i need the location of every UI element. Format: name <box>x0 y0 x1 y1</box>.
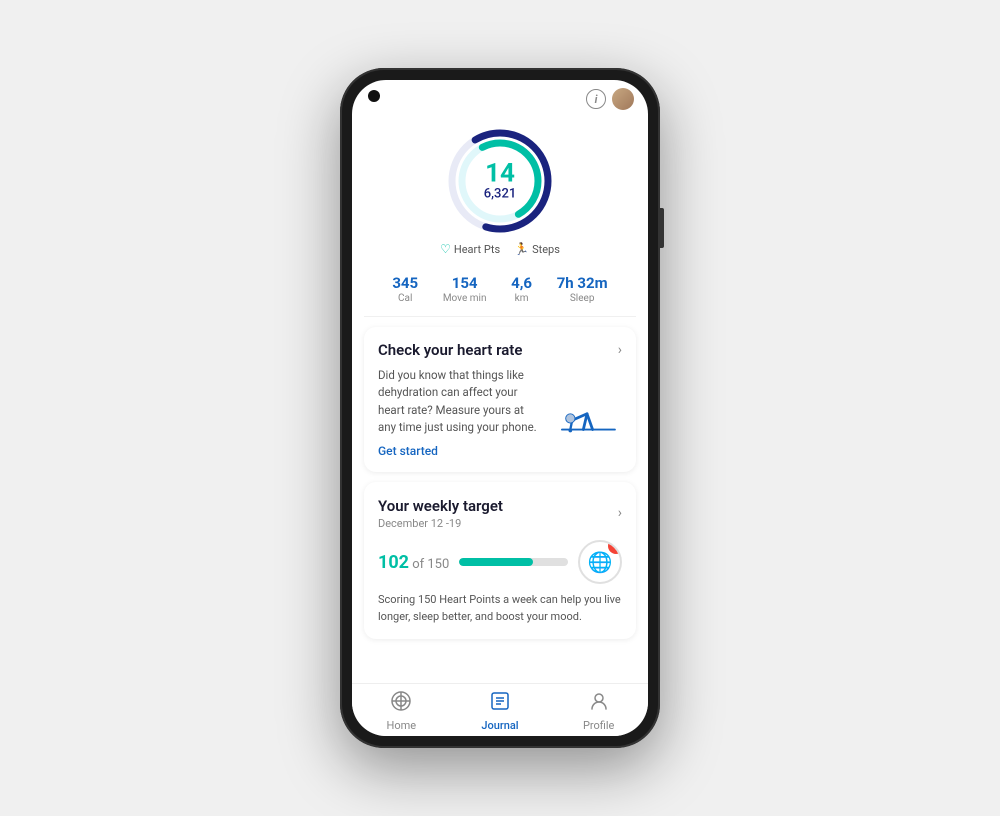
steps-value: 6,321 <box>484 187 516 202</box>
nav-journal[interactable]: Journal <box>451 690 550 732</box>
stat-sleep: 7h 32m Sleep <box>557 274 608 304</box>
bottom-nav: Home Journal <box>352 683 648 736</box>
stat-cal-value: 345 <box>392 274 418 292</box>
profile-icon <box>588 690 610 717</box>
who-badge: 🌐 + <box>578 540 622 584</box>
weekly-progress-row: 102 of 150 🌐 + <box>378 540 622 584</box>
stat-km-value: 4,6 <box>511 274 532 292</box>
stat-km-label: km <box>511 293 532 304</box>
weekly-title: Your weekly target <box>378 497 503 515</box>
home-label: Home <box>387 719 417 732</box>
weekly-date: December 12 -19 <box>378 517 503 530</box>
power-button <box>660 208 664 248</box>
progress-bar <box>459 558 568 566</box>
info-icon[interactable]: i <box>586 89 606 109</box>
stat-km: 4,6 km <box>511 274 532 304</box>
weekly-target-card[interactable]: Your weekly target December 12 -19 › 102… <box>364 482 636 639</box>
weekly-chevron-icon: › <box>618 505 622 521</box>
get-started-link[interactable]: Get started <box>378 444 544 458</box>
ring-center: 14 6,321 <box>484 161 516 202</box>
stats-row: 345 Cal 154 Move min 4,6 km 7h 32m Sleep <box>364 264 636 317</box>
weekly-score-total: of 150 <box>409 557 449 572</box>
ring-section: 14 6,321 ♡ Heart Pts 🏃 Steps <box>352 116 648 264</box>
card-header: Check your heart rate › <box>378 341 622 359</box>
ring-legend: ♡ Heart Pts 🏃 Steps <box>440 242 560 256</box>
card-title: Check your heart rate <box>378 341 522 359</box>
heart-icon: ♡ <box>440 242 451 256</box>
camera-hole <box>368 90 380 102</box>
stat-cal-label: Cal <box>392 293 418 304</box>
stat-cal: 345 Cal <box>392 274 418 304</box>
steps-icon: 🏃 <box>514 242 529 256</box>
steps-label: Steps <box>532 243 560 256</box>
phone-screen: i 14 <box>352 80 648 736</box>
user-avatar[interactable] <box>612 88 634 110</box>
phone-frame: i 14 <box>340 68 660 748</box>
stat-sleep-label: Sleep <box>557 293 608 304</box>
weekly-desc: Scoring 150 Heart Points a week can help… <box>378 592 622 625</box>
stat-move: 154 Move min <box>443 274 487 304</box>
progress-bar-fill <box>459 558 533 566</box>
heart-rate-card[interactable]: Check your heart rate › Did you know tha… <box>364 327 636 472</box>
heart-card-desc: Did you know that things like dehydratio… <box>378 367 544 436</box>
heart-rate-illustration <box>552 367 622 437</box>
heart-pts-value: 14 <box>484 161 516 187</box>
heart-pts-legend: ♡ Heart Pts <box>440 242 500 256</box>
weekly-card-header: Your weekly target December 12 -19 › <box>378 496 622 530</box>
stat-move-label: Move min <box>443 293 487 304</box>
top-icons: i <box>586 88 634 110</box>
home-icon <box>390 690 412 717</box>
stat-move-value: 154 <box>443 274 487 292</box>
who-globe-icon: 🌐 <box>588 550 613 574</box>
weekly-score: 102 of 150 <box>378 552 449 573</box>
heart-card-text: Did you know that things like dehydratio… <box>378 367 544 458</box>
ring-container[interactable]: 14 6,321 <box>445 126 555 236</box>
heart-card-body: Did you know that things like dehydratio… <box>378 367 622 458</box>
who-plus-icon: + <box>608 540 622 554</box>
heart-pts-label: Heart Pts <box>454 243 500 256</box>
nav-home[interactable]: Home <box>352 690 451 732</box>
chevron-right-icon: › <box>618 342 622 358</box>
stat-sleep-value: 7h 32m <box>557 274 608 292</box>
profile-label: Profile <box>583 719 614 732</box>
nav-profile[interactable]: Profile <box>549 690 648 732</box>
journal-icon <box>489 690 511 717</box>
scroll-content: 14 6,321 ♡ Heart Pts 🏃 Steps <box>352 80 648 683</box>
steps-legend: 🏃 Steps <box>514 242 560 256</box>
weekly-title-group: Your weekly target December 12 -19 <box>378 496 503 530</box>
journal-label: Journal <box>481 719 518 732</box>
